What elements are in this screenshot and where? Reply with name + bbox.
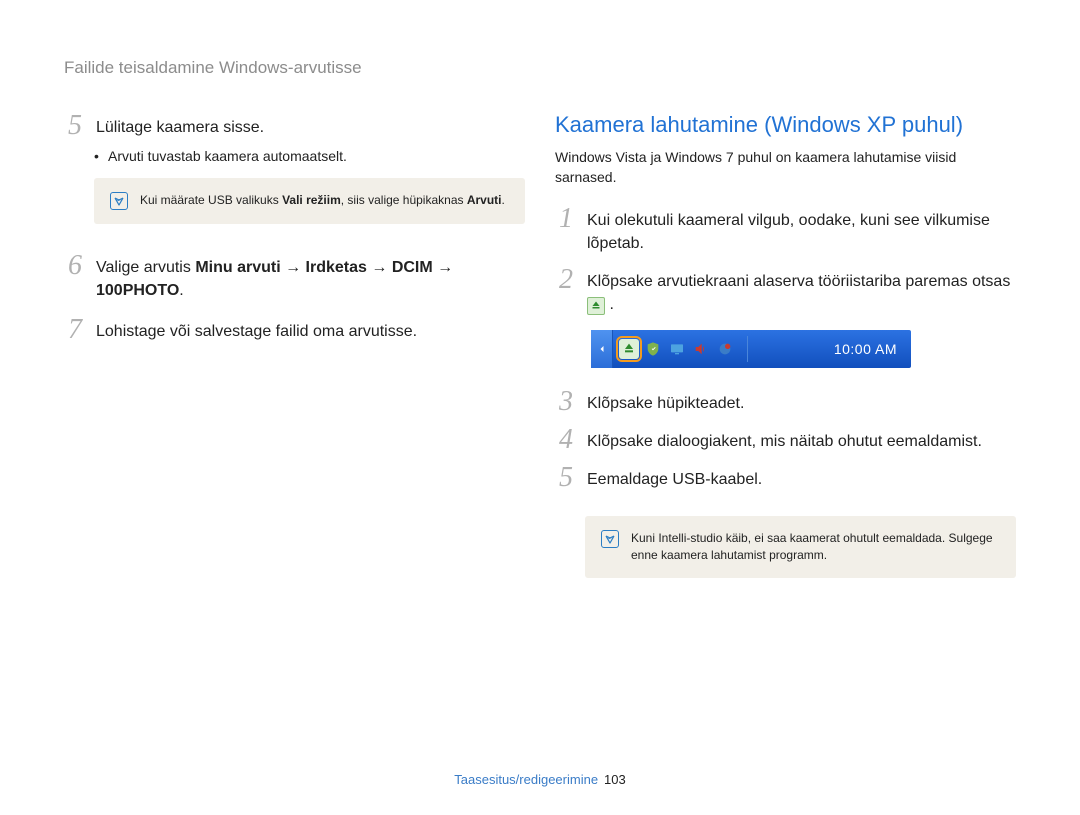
tray-clock[interactable]: 10:00 AM <box>834 341 911 357</box>
bullet-dot: • <box>94 148 100 164</box>
step-r4: 4 Klõpsake dialoogiakent, mis näitab ohu… <box>555 426 1016 454</box>
note-text: Kuni Intelli-studio käib, ei saa kaamera… <box>631 530 1000 564</box>
step-text: Kui olekutuli kaameral vilgub, oodake, k… <box>587 205 1016 255</box>
tray-safely-remove-icon[interactable] <box>619 339 639 359</box>
step-number: 7 <box>64 316 86 344</box>
step-text: Lülitage kaamera sisse. <box>96 112 525 139</box>
breadcrumb: Failide teisaldamine Windows-arvutisse <box>64 58 1016 78</box>
step-text: Klõpsake hüpikteadet. <box>587 388 1016 415</box>
note-icon <box>601 530 619 548</box>
step-r5: 5 Eemaldage USB-kaabel. <box>555 464 1016 492</box>
step-number: 2 <box>555 266 577 294</box>
footer-page: 103 <box>604 772 626 787</box>
step-r3: 3 Klõpsake hüpikteadet. <box>555 388 1016 416</box>
left-column: 5 Lülitage kaamera sisse. • Arvuti tuvas… <box>64 112 525 606</box>
section-title: Kaamera lahutamine (Windows XP puhul) <box>555 112 1016 138</box>
step-5: 5 Lülitage kaamera sisse. <box>64 112 525 140</box>
note-icon <box>110 192 128 210</box>
step-text: Eemaldage USB-kaabel. <box>587 464 1016 491</box>
tray-expand-icon[interactable] <box>591 330 613 368</box>
step-number: 5 <box>555 464 577 492</box>
page-footer: Taasesitus/redigeerimine 103 <box>0 772 1080 787</box>
eject-icon <box>587 297 605 315</box>
step-r1: 1 Kui olekutuli kaameral vilgub, oodake,… <box>555 205 1016 255</box>
step-number: 4 <box>555 426 577 454</box>
footer-section: Taasesitus/redigeerimine <box>454 772 598 787</box>
step-6: 6 Valige arvutis Minu arvuti → Irdketas … <box>64 252 525 302</box>
step-number: 1 <box>555 205 577 233</box>
step-number: 3 <box>555 388 577 416</box>
tray-volume-icon[interactable] <box>691 339 711 359</box>
step-text: Klõpsake dialoogiakent, mis näitab ohutu… <box>587 426 1016 453</box>
taskbar-tray-image: 10:00 AM <box>591 330 911 368</box>
tray-monitor-icon[interactable] <box>667 339 687 359</box>
step-number: 5 <box>64 112 86 140</box>
note-box-1: Kui määrate USB valikuks Vali režiim, si… <box>94 178 525 224</box>
step-text: Klõpsake arvutiekraani alaserva tööriist… <box>587 266 1016 316</box>
tray-shield-icon[interactable] <box>643 339 663 359</box>
section-intro: Windows Vista ja Windows 7 puhul on kaam… <box>555 148 1016 187</box>
sub-text: Arvuti tuvastab kaamera automaatselt. <box>108 148 347 164</box>
step-text: Lohistage või salvestage failid oma arvu… <box>96 316 525 343</box>
step-5-sub: • Arvuti tuvastab kaamera automaatselt. <box>94 148 525 164</box>
step-number: 6 <box>64 252 86 280</box>
tray-separator <box>747 336 748 363</box>
note-text: Kui määrate USB valikuks Vali režiim, si… <box>140 192 505 209</box>
step-text: Valige arvutis Minu arvuti → Irdketas → … <box>96 252 525 302</box>
right-column: Kaamera lahutamine (Windows XP puhul) Wi… <box>555 112 1016 606</box>
step-7: 7 Lohistage või salvestage failid oma ar… <box>64 316 525 344</box>
tray-icons <box>613 330 741 368</box>
note-box-2: Kuni Intelli-studio käib, ei saa kaamera… <box>585 516 1016 578</box>
tray-network-icon[interactable] <box>715 339 735 359</box>
step-r2: 2 Klõpsake arvutiekraani alaserva töörii… <box>555 266 1016 316</box>
